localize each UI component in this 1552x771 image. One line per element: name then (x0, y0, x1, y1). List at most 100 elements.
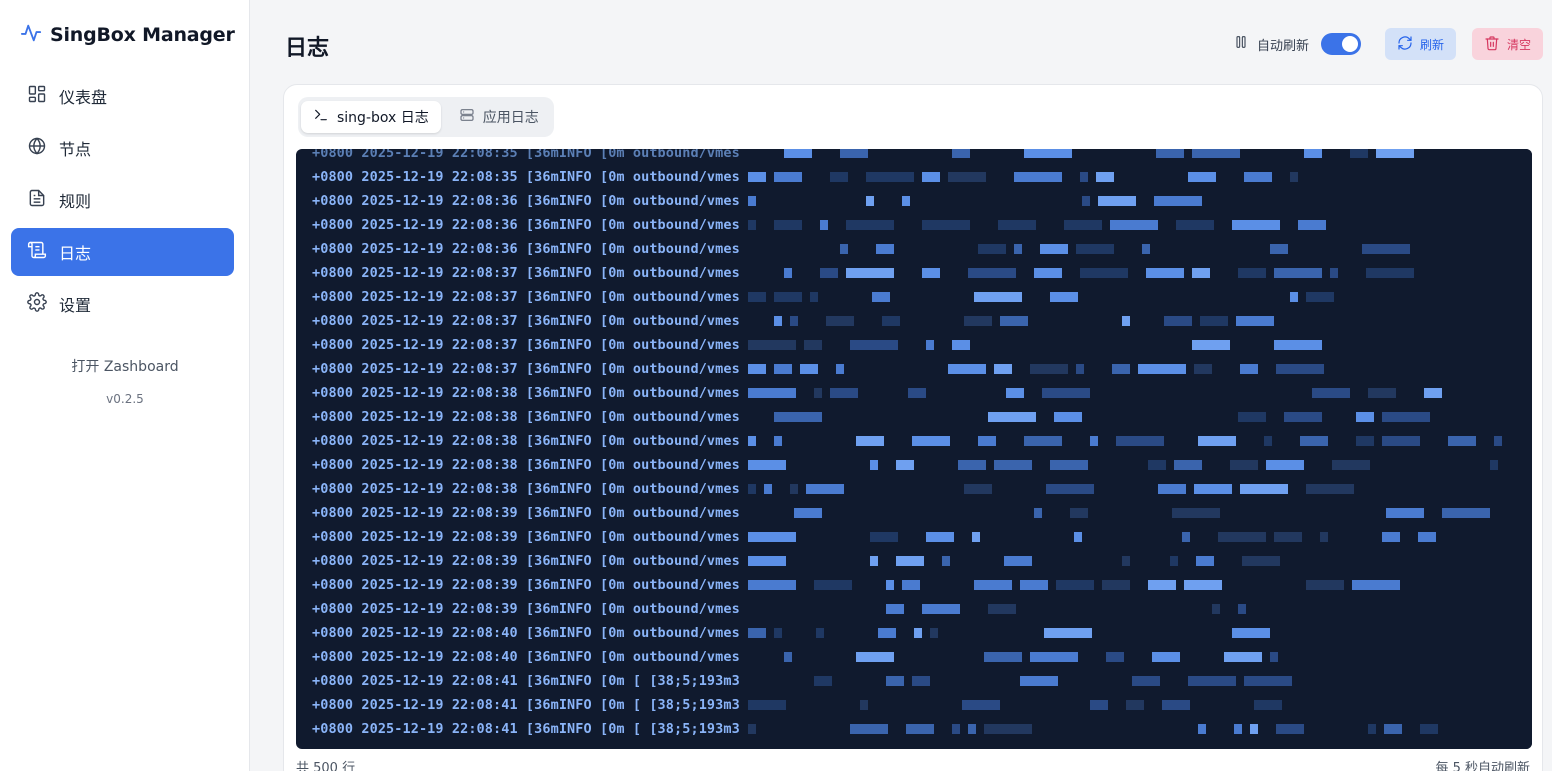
redacted-block (1218, 532, 1266, 542)
redacted-block (1240, 484, 1288, 494)
sidebar-item-nodes[interactable]: 节点 (11, 124, 234, 172)
redacted-block (1494, 436, 1502, 446)
redacted-block (962, 700, 1000, 710)
redacted-block (784, 149, 812, 158)
redacted-block (1382, 412, 1430, 422)
redacted-block (774, 172, 802, 182)
redacted-block (1254, 700, 1282, 710)
clear-button-label: 清空 (1506, 37, 1531, 52)
refresh-button[interactable]: 刷新 (1384, 28, 1456, 60)
redacted-block (748, 340, 796, 350)
redacted-block (882, 316, 900, 326)
redacted-block (1054, 412, 1082, 422)
redacted-block (748, 172, 766, 182)
log-line: +0800 2025-12-19 22:08:37 [36mINFO [0m o… (312, 361, 740, 377)
sidebar-item-rules[interactable]: 规则 (11, 176, 234, 224)
redacted-block (1250, 724, 1258, 734)
redacted-block (1212, 604, 1220, 614)
sidebar-item-label: 规则 (59, 192, 92, 211)
tab-singbox-logs[interactable]: sing-box 日志 (301, 101, 441, 133)
trash-icon (1484, 35, 1500, 54)
clear-button[interactable]: 清空 (1471, 28, 1543, 60)
redacted-block (1276, 724, 1304, 734)
app-version: v0.2.5 (106, 392, 144, 406)
redacted-block (1184, 580, 1222, 590)
redacted-block (1320, 532, 1328, 542)
redacted-block (870, 460, 878, 470)
sidebar-item-logs[interactable]: 日志 (11, 228, 234, 276)
log-line: +0800 2025-12-19 22:08:38 [36mINFO [0m o… (312, 385, 740, 401)
redacted-block (978, 244, 1006, 254)
auto-refresh-toggle[interactable] (1320, 33, 1361, 55)
redacted-block (1182, 532, 1190, 542)
redacted-block (1074, 532, 1082, 542)
redacted-block (1290, 172, 1298, 182)
redacted-block (968, 724, 976, 734)
redacted-block (912, 676, 930, 686)
redacted-block (830, 172, 848, 182)
redacted-block (1050, 292, 1078, 302)
redacted-block (1376, 149, 1414, 158)
redacted-block (790, 316, 798, 326)
log-line: +0800 2025-12-19 22:08:41 [36mINFO [0m [… (312, 697, 740, 713)
redacted-block (748, 460, 786, 470)
refresh-button-label: 刷新 (1419, 37, 1444, 52)
redacted-block (896, 460, 914, 470)
sidebar-item-settings[interactable]: 设置 (11, 280, 234, 328)
sidebar-item-label: 日志 (59, 244, 92, 263)
redacted-block (984, 724, 1032, 734)
redacted-block (1042, 388, 1090, 398)
redacted-block (964, 316, 992, 326)
log-line: +0800 2025-12-19 22:08:35 [36mINFO [0m o… (312, 169, 740, 185)
redacted-block (1020, 676, 1058, 686)
sidebar-item-label: 设置 (59, 296, 92, 315)
redacted-block (1386, 508, 1424, 518)
redacted-block (748, 700, 786, 710)
redacted-block (1352, 580, 1400, 590)
redacted-block (1024, 149, 1072, 158)
redacted-block (1148, 580, 1176, 590)
redacted-block (974, 292, 1022, 302)
redacted-block (1306, 580, 1344, 590)
log-line: +0800 2025-12-19 22:08:38 [36mINFO [0m o… (312, 409, 740, 425)
redacted-block (774, 292, 802, 302)
redacted-block (902, 580, 920, 590)
redacted-block (906, 724, 934, 734)
log-terminal[interactable]: +0800 2025-12-19 22:08:35 [36mINFO [0m o… (296, 149, 1532, 749)
gear-icon (27, 292, 47, 316)
redacted-block (1050, 460, 1088, 470)
redacted-block (998, 220, 1036, 230)
redacted-block (748, 220, 756, 230)
redacted-block (942, 556, 950, 566)
redacted-block (902, 196, 910, 206)
log-line: +0800 2025-12-19 22:08:36 [36mINFO [0m o… (312, 193, 740, 209)
log-line: +0800 2025-12-19 22:08:39 [36mINFO [0m o… (312, 601, 740, 617)
redacted-block (958, 460, 986, 470)
redacted-block (1106, 652, 1124, 662)
open-zashboard-link[interactable]: 打开 Zashboard (0, 356, 250, 376)
redacted-block (1070, 508, 1088, 518)
tab-app-logs[interactable]: 应用日志 (447, 101, 551, 133)
log-line: +0800 2025-12-19 22:08:38 [36mINFO [0m o… (312, 433, 740, 449)
redacted-block (922, 172, 940, 182)
redacted-block (784, 652, 792, 662)
log-line: +0800 2025-12-19 22:08:37 [36mINFO [0m o… (312, 289, 740, 305)
redacted-block (974, 580, 1012, 590)
brand[interactable]: SingBox Manager (20, 22, 235, 48)
redacted-block (1148, 460, 1166, 470)
redacted-block (1232, 220, 1280, 230)
redacted-block (988, 412, 1036, 422)
redacted-block (870, 556, 878, 566)
redacted-block (972, 532, 980, 542)
sidebar-item-dashboard[interactable]: 仪表盘 (11, 72, 234, 120)
redacted-block (1188, 676, 1236, 686)
redacted-block (1102, 580, 1130, 590)
redacted-block (1382, 532, 1400, 542)
redacted-block (926, 340, 934, 350)
redacted-block (850, 724, 888, 734)
log-line: +0800 2025-12-19 22:08:39 [36mINFO [0m o… (312, 505, 740, 521)
redacted-block (790, 484, 798, 494)
redacted-block (1110, 220, 1158, 230)
redacted-block (1046, 484, 1094, 494)
redacted-block (850, 340, 898, 350)
